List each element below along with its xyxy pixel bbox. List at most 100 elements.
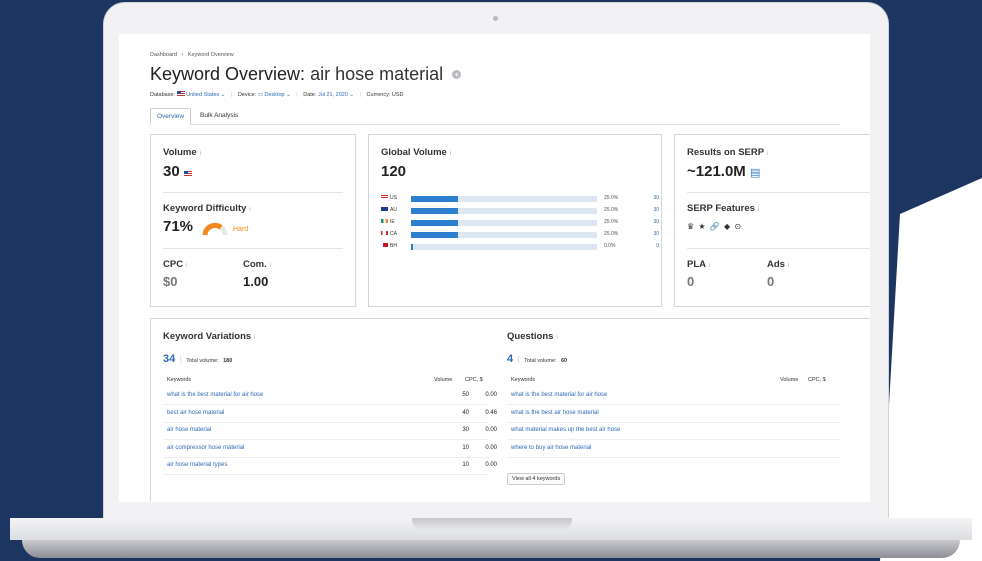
title-keyword: air hose material xyxy=(310,64,444,84)
view-all-questions-button[interactable]: View all 4 keywords xyxy=(507,473,566,485)
divider xyxy=(163,192,343,193)
volume-bar-fill xyxy=(411,208,458,214)
chevron-down-icon[interactable]: ⌄ xyxy=(219,92,226,98)
info-icon[interactable]: i xyxy=(249,207,250,213)
keyword-cpc: 0.00 xyxy=(485,392,497,398)
divider: | xyxy=(517,355,520,364)
volume-bar-track xyxy=(411,220,597,226)
volume-percent: 0.0% xyxy=(604,243,616,249)
info-icon[interactable]: i xyxy=(186,263,187,269)
us-flag-icon xyxy=(176,91,185,96)
country-volume-row: IE 25.0% 30 xyxy=(381,219,671,226)
keyword-link[interactable]: what is the best material for air hose xyxy=(167,392,263,398)
questions-summary: 4 | Total volume: 60 xyxy=(507,349,567,367)
cpc-label: CPC i xyxy=(163,259,188,270)
table-row: best air hose material 40 0.46 xyxy=(163,405,497,423)
chevron-down-icon[interactable]: ⌄ xyxy=(348,92,354,98)
keyword-link[interactable]: what is the best material for air hose xyxy=(511,392,607,398)
date-select[interactable]: Jul 21, 2020 xyxy=(318,92,348,98)
keyword-volume: 50 xyxy=(462,392,469,398)
keyword-link[interactable]: what is the best air hose material xyxy=(511,410,599,416)
chevron-down-icon[interactable]: ⌄ xyxy=(285,92,291,98)
device-select[interactable]: Desktop xyxy=(264,92,284,98)
volume-bar-fill xyxy=(411,232,458,238)
variations-count[interactable]: 34 xyxy=(163,353,175,365)
us-flag-icon xyxy=(183,171,192,176)
date-label: Date: xyxy=(303,92,317,98)
keyword-link[interactable]: where to buy air hose material xyxy=(511,445,591,451)
volume-value[interactable]: 0 xyxy=(639,243,659,249)
country-volume-row: AU 25.0% 30 xyxy=(381,207,671,214)
keyword-link[interactable]: air hose material types xyxy=(167,462,227,468)
variations-summary: 34 | Total volume: 180 xyxy=(163,349,232,367)
volume-value[interactable]: 30 xyxy=(639,207,659,213)
keyword-link[interactable]: what material makes up the best air hose xyxy=(511,427,620,433)
info-icon[interactable]: i xyxy=(200,151,201,157)
database-select[interactable]: United States xyxy=(186,92,219,98)
keyword-link[interactable]: best air hose material xyxy=(167,410,224,416)
table-row: what is the best air hose material100.43 xyxy=(507,405,841,423)
tab-overview[interactable]: Overview xyxy=(150,108,192,125)
questions-total-value: 60 xyxy=(560,358,568,364)
volume-label: Volume i xyxy=(163,147,201,158)
breadcrumb-current: Keyword Overview xyxy=(187,52,234,58)
country-volume-row: CA 25.0% 30 xyxy=(381,231,671,238)
country-volume-row: BH 0.0% 0 xyxy=(381,243,671,250)
country-flag-icon xyxy=(381,219,388,223)
volume-bar-track xyxy=(411,196,597,202)
keyword-cpc: 0.00 xyxy=(485,444,497,451)
info-icon[interactable]: i xyxy=(254,335,255,341)
volume-value[interactable]: 30 xyxy=(639,231,659,237)
info-icon[interactable]: i xyxy=(758,207,759,213)
questions-count[interactable]: 4 xyxy=(507,353,513,365)
info-icon[interactable]: i xyxy=(270,263,271,269)
divider: | xyxy=(179,355,182,364)
keyword-cpc: 0.00 xyxy=(485,427,497,433)
volume-percent: 25.0% xyxy=(604,231,619,237)
serp-snapshot-icon[interactable]: ▤ xyxy=(750,167,760,179)
currency-label: Currency: xyxy=(366,92,391,98)
divider: | xyxy=(296,92,298,98)
global-volume-value: 120 xyxy=(381,163,407,180)
variations-total-label: Total volume: xyxy=(186,358,219,364)
country-flag-icon xyxy=(381,231,388,235)
column-volume[interactable]: Volume xyxy=(780,377,798,383)
keyword-volume: 10 xyxy=(462,444,469,451)
breadcrumb-home[interactable]: Dashboard xyxy=(150,52,177,58)
keyword-cpc: 0.46 xyxy=(485,409,497,416)
ads-label: Ads i xyxy=(767,259,790,270)
info-icon[interactable]: i xyxy=(709,263,710,269)
currency-value: USD xyxy=(391,92,404,98)
column-cpc[interactable]: CPC, $ xyxy=(465,377,483,383)
divider: | xyxy=(359,92,362,98)
volume-value[interactable]: 30 xyxy=(639,219,659,225)
keyword-link[interactable]: air compressor hose material xyxy=(167,445,244,451)
laptop-base xyxy=(0,518,982,561)
divider: | xyxy=(230,92,233,98)
volume-value: 30 xyxy=(163,163,192,180)
questions-total-label: Total volume: xyxy=(524,358,557,364)
volume-bar-track xyxy=(411,208,597,214)
info-icon[interactable]: i xyxy=(767,151,768,157)
keyword-link[interactable]: air hose material xyxy=(167,427,211,433)
info-icon[interactable]: i xyxy=(450,151,451,157)
add-to-list-icon[interactable]: + xyxy=(452,70,462,79)
pla-label: PLA i xyxy=(687,259,711,270)
divider xyxy=(687,248,870,249)
tab-bar: Overview Bulk Analysis xyxy=(150,108,840,125)
info-icon[interactable]: i xyxy=(556,335,557,341)
volume-value[interactable]: 30 xyxy=(639,195,659,201)
difficulty-level: Hard xyxy=(233,226,249,233)
info-icon[interactable]: i xyxy=(788,263,789,269)
table-row: what is the best material for air hose50… xyxy=(507,387,841,405)
tab-bulk-analysis[interactable]: Bulk Analysis xyxy=(194,108,244,123)
questions-label: Questions i xyxy=(507,331,558,342)
keyword-difficulty-value: 71% xyxy=(163,218,194,235)
cpc-value: $0 xyxy=(163,274,178,289)
difficulty-gauge-icon xyxy=(202,222,228,236)
column-cpc[interactable]: CPC, $ xyxy=(808,377,826,383)
table-row: air hose material types 10 0.00 xyxy=(163,457,497,475)
column-volume[interactable]: Volume xyxy=(434,377,452,383)
country-flag-icon xyxy=(381,243,388,247)
variations-total-value: 180 xyxy=(223,358,233,364)
